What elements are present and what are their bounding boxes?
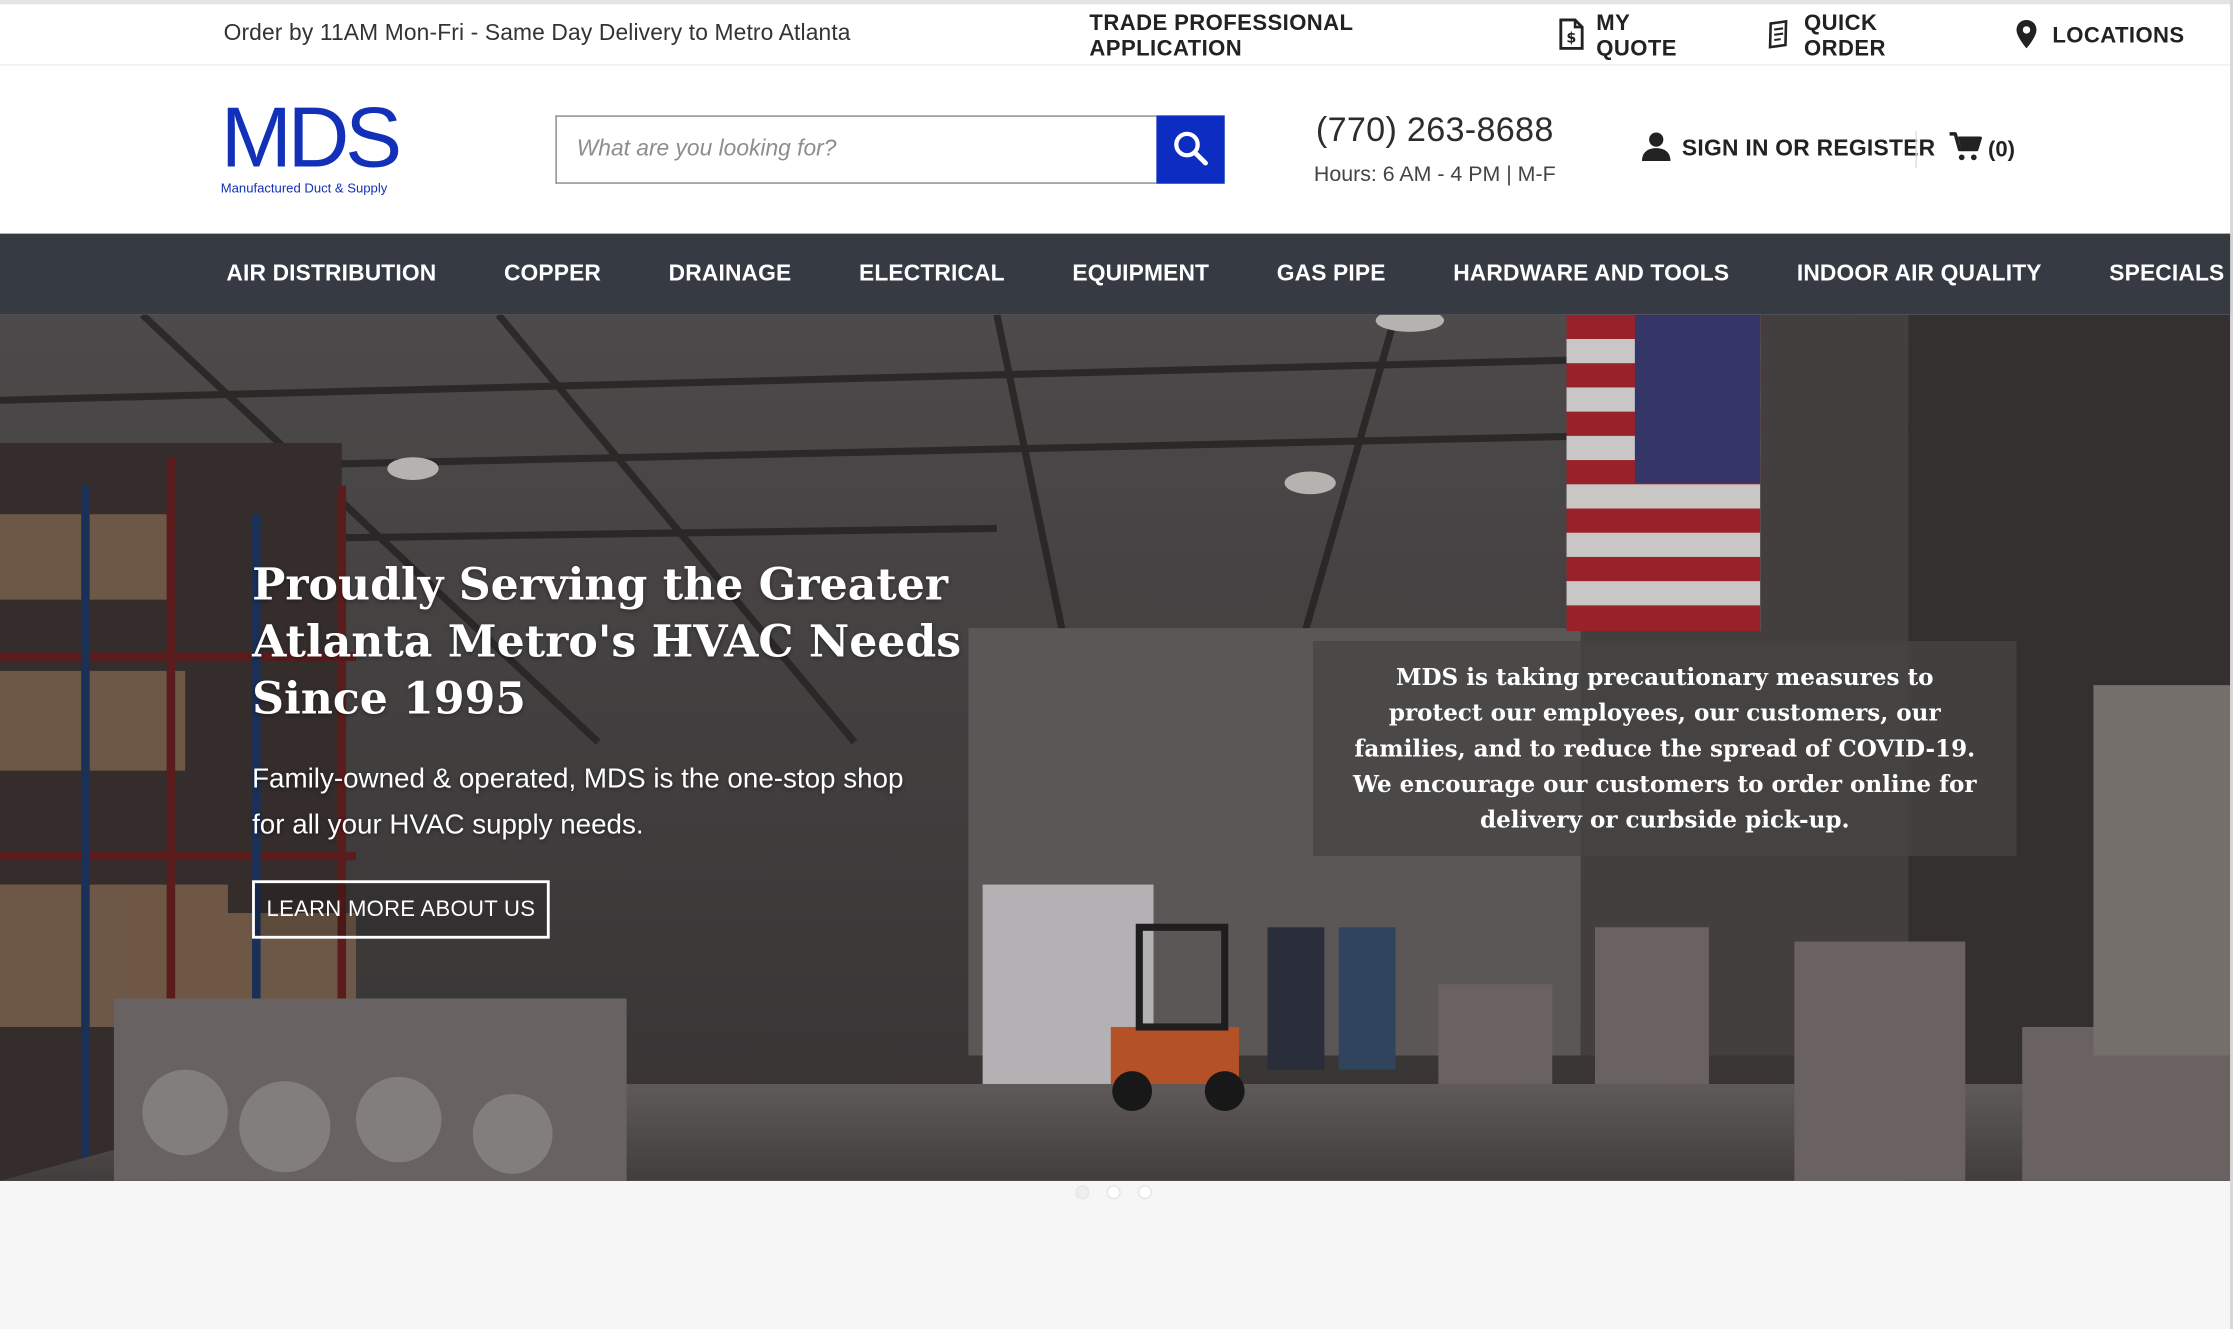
my-quote-link[interactable]: $ MY QUOTE bbox=[1556, 11, 1715, 61]
slide-dot-2[interactable] bbox=[1106, 1185, 1121, 1200]
sign-in-link[interactable]: SIGN IN OR REGISTER bbox=[1641, 131, 1936, 168]
search-input[interactable] bbox=[555, 115, 1157, 184]
nav-air-distribution[interactable]: AIR DISTRIBUTION bbox=[226, 261, 436, 287]
slide-dot-3[interactable] bbox=[1137, 1185, 1153, 1200]
search-button[interactable] bbox=[1156, 115, 1225, 184]
contact-block: (770) 263-8688 Hours: 6 AM - 4 PM | M-F bbox=[1310, 111, 1559, 186]
quote-document-icon: $ bbox=[1556, 17, 1584, 56]
nav-specials[interactable]: SPECIALS bbox=[2109, 261, 2224, 287]
quick-order-icon bbox=[1764, 18, 1792, 56]
utility-bar: Order by 11AM Mon-Fri - Same Day Deliver… bbox=[0, 0, 2233, 66]
learn-more-button[interactable]: LEARN MORE ABOUT US bbox=[252, 880, 550, 939]
hero-headline: Proudly Serving the Greater Atlanta Metr… bbox=[252, 559, 962, 726]
delivery-promo: Order by 11AM Mon-Fri - Same Day Deliver… bbox=[223, 21, 851, 46]
search-bar bbox=[555, 115, 1225, 184]
cart-icon bbox=[1948, 131, 1982, 169]
nav-hardware-and-tools[interactable]: HARDWARE AND TOOLS bbox=[1453, 261, 1729, 287]
nav-indoor-air-quality[interactable]: INDOOR AIR QUALITY bbox=[1797, 261, 2042, 287]
trade-application-link[interactable]: TRADE PROFESSIONAL APPLICATION bbox=[1089, 11, 1508, 61]
trade-application-label: TRADE PROFESSIONAL APPLICATION bbox=[1089, 11, 1354, 62]
my-quote-label: MY QUOTE bbox=[1596, 11, 1677, 62]
utility-links: TRADE PROFESSIONAL APPLICATION $ MY QUOT… bbox=[1089, 11, 2233, 61]
quick-order-label: QUICK ORDER bbox=[1804, 11, 1886, 62]
covid-notice: MDS is taking precautionary measures to … bbox=[1313, 640, 2017, 857]
locations-label: LOCATIONS bbox=[2052, 24, 2185, 49]
mds-logo[interactable]: MDS Manufactured Duct & Supply bbox=[220, 89, 420, 205]
search-icon bbox=[1172, 129, 1209, 170]
covid-notice-text: MDS is taking precautionary measures to … bbox=[1352, 663, 1977, 834]
slide-dot-1[interactable] bbox=[1075, 1185, 1090, 1200]
nav-electrical[interactable]: ELECTRICAL bbox=[859, 261, 1005, 287]
phone-number[interactable]: (770) 263-8688 bbox=[1310, 111, 1559, 151]
svg-text:$: $ bbox=[1566, 30, 1576, 46]
header-divider bbox=[1915, 131, 1917, 169]
store-hours: Hours: 6 AM - 4 PM | M-F bbox=[1313, 162, 1556, 187]
user-icon bbox=[1641, 131, 1671, 168]
main-nav: AIR DISTRIBUTION COPPER DRAINAGE ELECTRI… bbox=[0, 233, 2233, 315]
quick-order-link[interactable]: QUICK ORDER bbox=[1764, 11, 1964, 61]
locations-link[interactable]: LOCATIONS bbox=[2012, 17, 2184, 57]
site-header: MDS Manufactured Duct & Supply (770) 263… bbox=[0, 65, 2233, 234]
hero-banner: Proudly Serving the Greater Atlanta Metr… bbox=[0, 314, 2231, 1181]
sign-in-label: SIGN IN OR REGISTER bbox=[1681, 136, 1936, 161]
nav-equipment[interactable]: EQUIPMENT bbox=[1072, 261, 1209, 287]
cart-link[interactable]: (0) bbox=[1948, 131, 2015, 169]
nav-gas-pipe[interactable]: GAS PIPE bbox=[1277, 261, 1386, 287]
map-pin-icon bbox=[2012, 18, 2040, 56]
cart-count: (0) bbox=[1988, 137, 2016, 162]
slider-pagination bbox=[1075, 1185, 1153, 1200]
logo-mark: MDS bbox=[220, 89, 402, 186]
hero-description: Family-owned & operated, MDS is the one-… bbox=[252, 763, 904, 841]
nav-drainage[interactable]: DRAINAGE bbox=[669, 261, 792, 287]
nav-copper[interactable]: COPPER bbox=[504, 261, 601, 287]
